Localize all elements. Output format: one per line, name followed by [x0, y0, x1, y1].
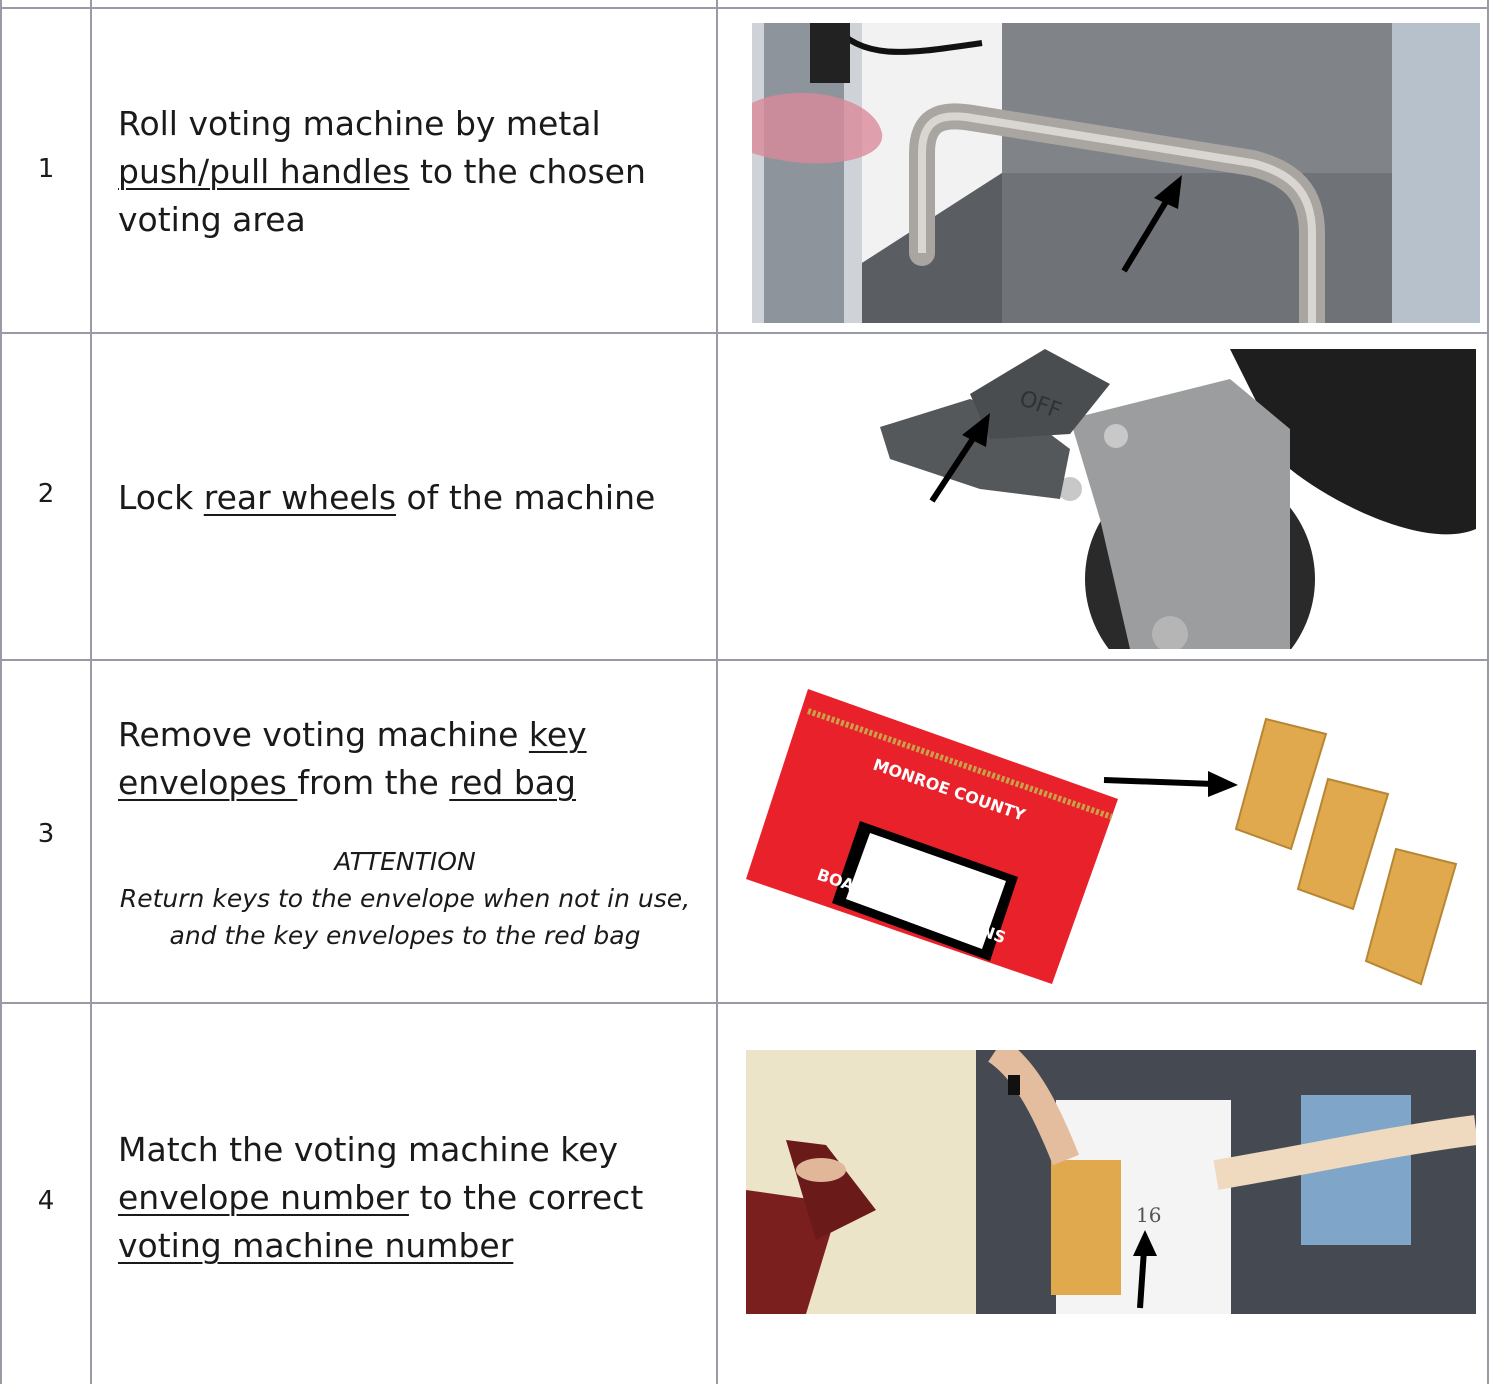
- wheel-lock-photo: OFF: [870, 349, 1476, 649]
- step-instruction: Lock rear wheels of the machine: [118, 474, 708, 522]
- step-row-1: 1 Roll voting machine by metal push/pull…: [0, 9, 1489, 332]
- step-instruction: Remove voting machine key envelopes from…: [118, 711, 708, 807]
- underlined-term: rear wheels: [203, 478, 397, 517]
- step-row-3: 3 Remove voting machine key envelopes fr…: [0, 661, 1489, 1002]
- text-part: Roll voting machine by metal: [118, 104, 601, 143]
- underlined-term: envelope number: [118, 1178, 409, 1217]
- underlined-term: voting machine number: [118, 1226, 514, 1265]
- envelope-match-photo: 16: [746, 1050, 1476, 1314]
- red-bag-envelopes-image: MONROE COUNTY BOARD OF ELECTIONS: [746, 689, 1476, 989]
- step-number: 2: [37, 479, 55, 509]
- step-row-2: 2 Lock rear wheels of the machine OFF: [0, 334, 1489, 659]
- step-instruction: Roll voting machine by metal push/pull h…: [118, 100, 708, 244]
- sign-number: 16: [1136, 1203, 1161, 1227]
- text-part: Match the voting machine key: [118, 1130, 619, 1169]
- text-part: Remove voting machine: [118, 715, 529, 754]
- underlined-term: red bag: [449, 763, 576, 802]
- text-part: from the: [297, 763, 450, 802]
- attention-note: Return keys to the envelope when not in …: [119, 884, 691, 950]
- step-number: 4: [37, 1186, 55, 1216]
- step-row-4: 4 Match the voting machine key envelope …: [0, 1004, 1489, 1384]
- text-part: to the correct: [408, 1178, 644, 1217]
- step-number: 3: [37, 819, 55, 849]
- step-number: 1: [37, 154, 55, 184]
- handle-photo: [752, 23, 1480, 323]
- step-instruction: Match the voting machine key envelope nu…: [118, 1126, 708, 1270]
- text-part: Lock: [118, 478, 204, 517]
- attention-title: ATTENTION: [334, 847, 476, 876]
- text-part: of the machine: [396, 478, 656, 517]
- underlined-term: push/pull handles: [118, 152, 410, 191]
